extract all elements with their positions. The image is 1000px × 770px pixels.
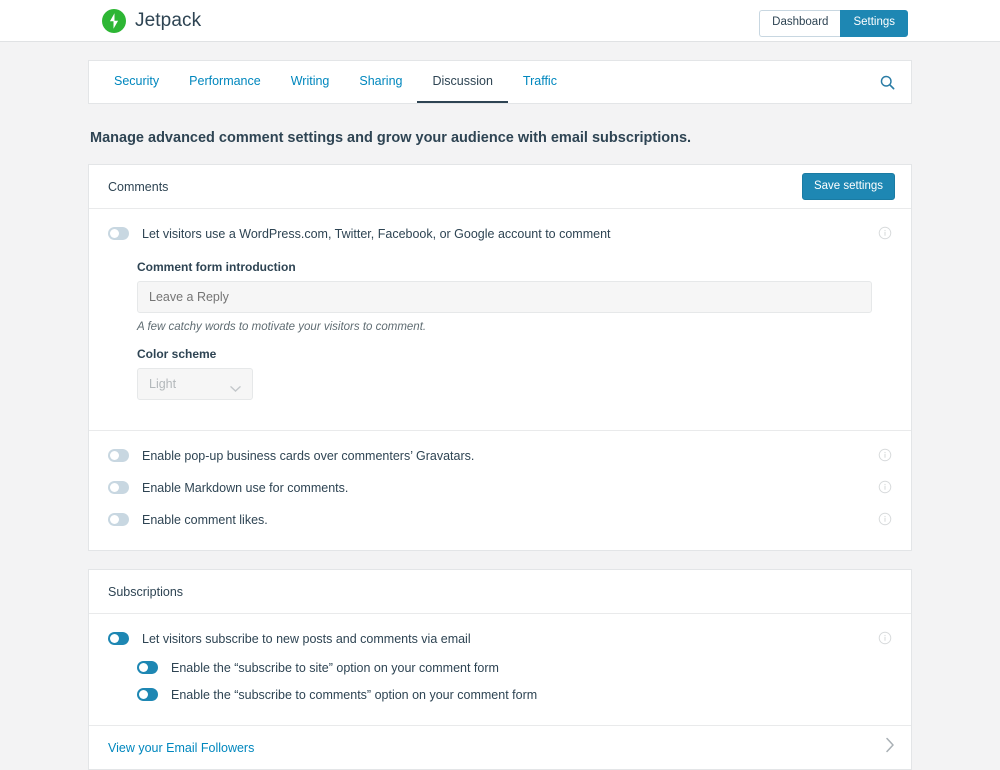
subscriptions-card: Subscriptions Let visitors subscribe to … — [88, 569, 912, 770]
comments-extras-section: Enable pop-up business cards over commen… — [89, 430, 911, 550]
section-nav: Security Performance Writing Sharing Dis… — [88, 60, 912, 104]
toggle-row-markdown: Enable Markdown use for comments. — [108, 479, 892, 500]
toggle-subscriptions-label: Let visitors subscribe to new posts and … — [142, 632, 471, 646]
toggle-markdown[interactable] — [108, 481, 129, 494]
page-content: Security Performance Writing Sharing Dis… — [88, 42, 912, 770]
comment-intro-input[interactable] — [137, 281, 872, 313]
info-icon[interactable] — [878, 480, 892, 494]
chevron-right-icon — [885, 737, 895, 758]
comment-intro-field-block: Comment form introduction A few catchy w… — [137, 260, 892, 333]
info-icon[interactable] — [878, 512, 892, 526]
toggle-gravatar-hovercards-label: Enable pop-up business cards over commen… — [142, 449, 475, 463]
save-settings-button[interactable]: Save settings — [801, 172, 895, 201]
comments-card: Comments Save settings Let visitors use … — [88, 164, 912, 551]
comments-card-header: Comments Save settings — [89, 165, 911, 209]
tab-traffic[interactable]: Traffic — [508, 61, 572, 103]
toggle-social-login-label: Let visitors use a WordPress.com, Twitte… — [142, 227, 611, 241]
toggle-subscribe-to-comments-label: Enable the “subscribe to comments” optio… — [171, 688, 538, 702]
toggle-comment-likes[interactable] — [108, 513, 129, 526]
info-icon[interactable] — [878, 226, 892, 240]
search-icon[interactable] — [863, 61, 911, 103]
email-followers-link-row[interactable]: View your Email Followers — [89, 725, 911, 769]
tab-security[interactable]: Security — [99, 61, 174, 103]
tab-performance[interactable]: Performance — [174, 61, 276, 103]
toggle-comment-likes-label: Enable comment likes. — [142, 513, 268, 527]
email-followers-link-label: View your Email Followers — [108, 740, 255, 755]
toggle-markdown-label: Enable Markdown use for comments. — [142, 481, 349, 495]
color-scheme-field-block: Color scheme Light — [137, 347, 892, 400]
comment-intro-help: A few catchy words to motivate your visi… — [137, 321, 427, 333]
tab-discussion[interactable]: Discussion — [417, 61, 508, 103]
dashboard-button[interactable]: Dashboard — [759, 10, 841, 37]
color-scheme-value: Light — [149, 377, 177, 391]
toggle-social-login[interactable] — [108, 227, 129, 240]
jetpack-logo-icon — [102, 8, 126, 33]
masthead: Jetpack Dashboard Settings — [0, 0, 1000, 42]
info-icon[interactable] — [878, 448, 892, 462]
tab-sharing[interactable]: Sharing — [344, 61, 417, 103]
toggle-row-gravatar-hovercards: Enable pop-up business cards over commen… — [108, 447, 892, 468]
toggle-row-subscribe-to-site: Enable the “subscribe to site” option on… — [137, 659, 892, 680]
color-scheme-label: Color scheme — [137, 347, 217, 361]
subscriptions-card-header: Subscriptions — [89, 570, 911, 614]
toggle-row-subscribe-to-comments: Enable the “subscribe to comments” optio… — [137, 686, 892, 707]
info-icon[interactable] — [878, 631, 892, 645]
comments-main-section: Let visitors use a WordPress.com, Twitte… — [89, 209, 911, 430]
subscriptions-section: Let visitors subscribe to new posts and … — [89, 614, 911, 725]
page-title: Manage advanced comment settings and gro… — [90, 130, 692, 146]
comments-card-title: Comments — [108, 179, 169, 194]
toggle-row-subscriptions: Let visitors subscribe to new posts and … — [108, 630, 892, 651]
chevron-down-icon — [230, 380, 241, 398]
toggle-subscribe-to-site[interactable] — [137, 661, 158, 674]
color-scheme-select-wrap: Light — [137, 368, 253, 400]
brand: Jetpack — [102, 8, 202, 33]
comment-intro-label: Comment form introduction — [137, 260, 296, 274]
brand-name: Jetpack — [135, 9, 202, 31]
toggle-subscribe-to-site-label: Enable the “subscribe to site” option on… — [171, 661, 499, 675]
toggle-subscriptions[interactable] — [108, 632, 129, 645]
view-switcher: Dashboard Settings — [759, 10, 908, 37]
toggle-row-social-login: Let visitors use a WordPress.com, Twitte… — [108, 225, 892, 246]
tab-writing[interactable]: Writing — [276, 61, 345, 103]
toggle-row-comment-likes: Enable comment likes. — [108, 511, 892, 532]
settings-button[interactable]: Settings — [840, 10, 908, 37]
subscription-suboptions: Enable the “subscribe to site” option on… — [137, 659, 892, 707]
subscriptions-card-title: Subscriptions — [108, 584, 184, 599]
toggle-gravatar-hovercards[interactable] — [108, 449, 129, 462]
toggle-subscribe-to-comments[interactable] — [137, 688, 158, 701]
tab-list: Security Performance Writing Sharing Dis… — [89, 61, 572, 103]
